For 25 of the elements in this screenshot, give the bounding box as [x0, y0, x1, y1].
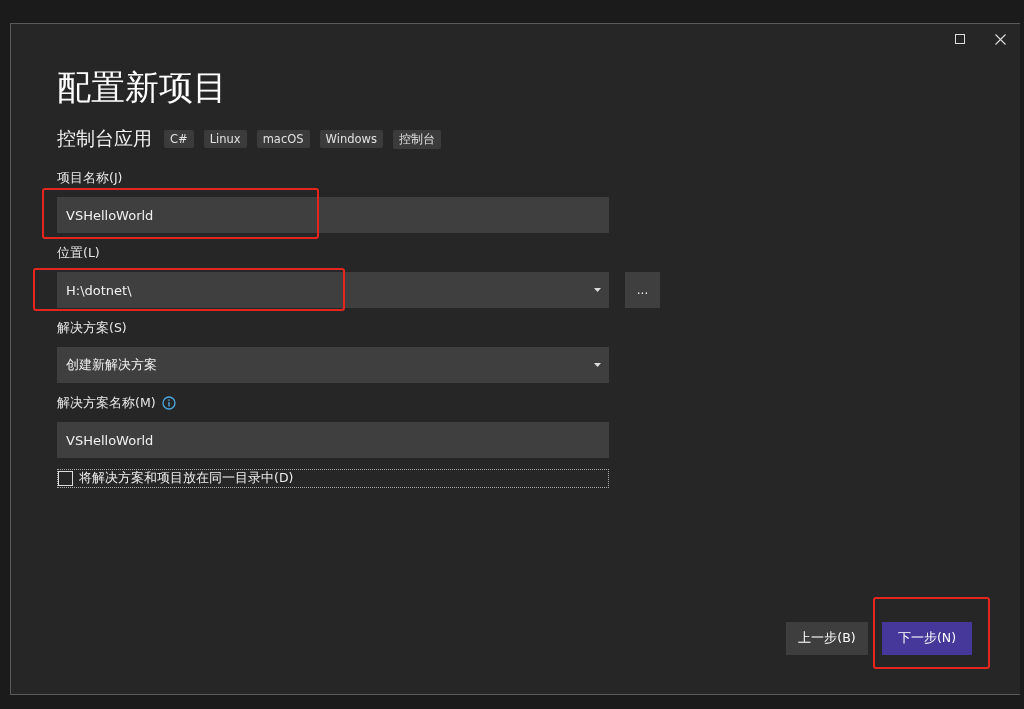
dropdown-field[interactable]: 创建新解决方案 [57, 347, 609, 383]
template-name: 控制台应用 [57, 126, 152, 151]
field-label: 解决方案(S) [57, 319, 127, 337]
back-button[interactable]: 上一步(B) [786, 622, 868, 655]
next-button[interactable]: 下一步(N) [882, 622, 972, 655]
checkbox-label: 将解决方案和项目放在同一目录中(D) [79, 470, 294, 487]
tag: 控制台 [392, 129, 441, 149]
dropdown-arrow-icon [594, 363, 601, 367]
field-label: 位置(L) [57, 244, 100, 262]
tag: C# [164, 130, 194, 148]
dropdown-arrow-icon [594, 288, 601, 292]
field-label: 解决方案名称(M) [57, 394, 156, 412]
tag: macOS [256, 130, 310, 148]
tag: Linux [203, 130, 247, 148]
browse-button[interactable]: ... [625, 272, 660, 308]
info-icon[interactable] [161, 396, 176, 410]
input-field[interactable]: VSHelloWorld [57, 422, 609, 458]
input-field[interactable]: VSHelloWorld [57, 197, 609, 233]
tag: Windows [319, 130, 383, 148]
dropdown-field[interactable]: H:\dotnet\ [57, 272, 609, 308]
dialog-title: 配置新项目 [57, 66, 227, 109]
field-label: 项目名称(J) [57, 169, 123, 187]
maximize-icon[interactable] [955, 34, 965, 44]
checkbox[interactable] [58, 471, 73, 486]
close-icon[interactable] [995, 34, 1006, 45]
